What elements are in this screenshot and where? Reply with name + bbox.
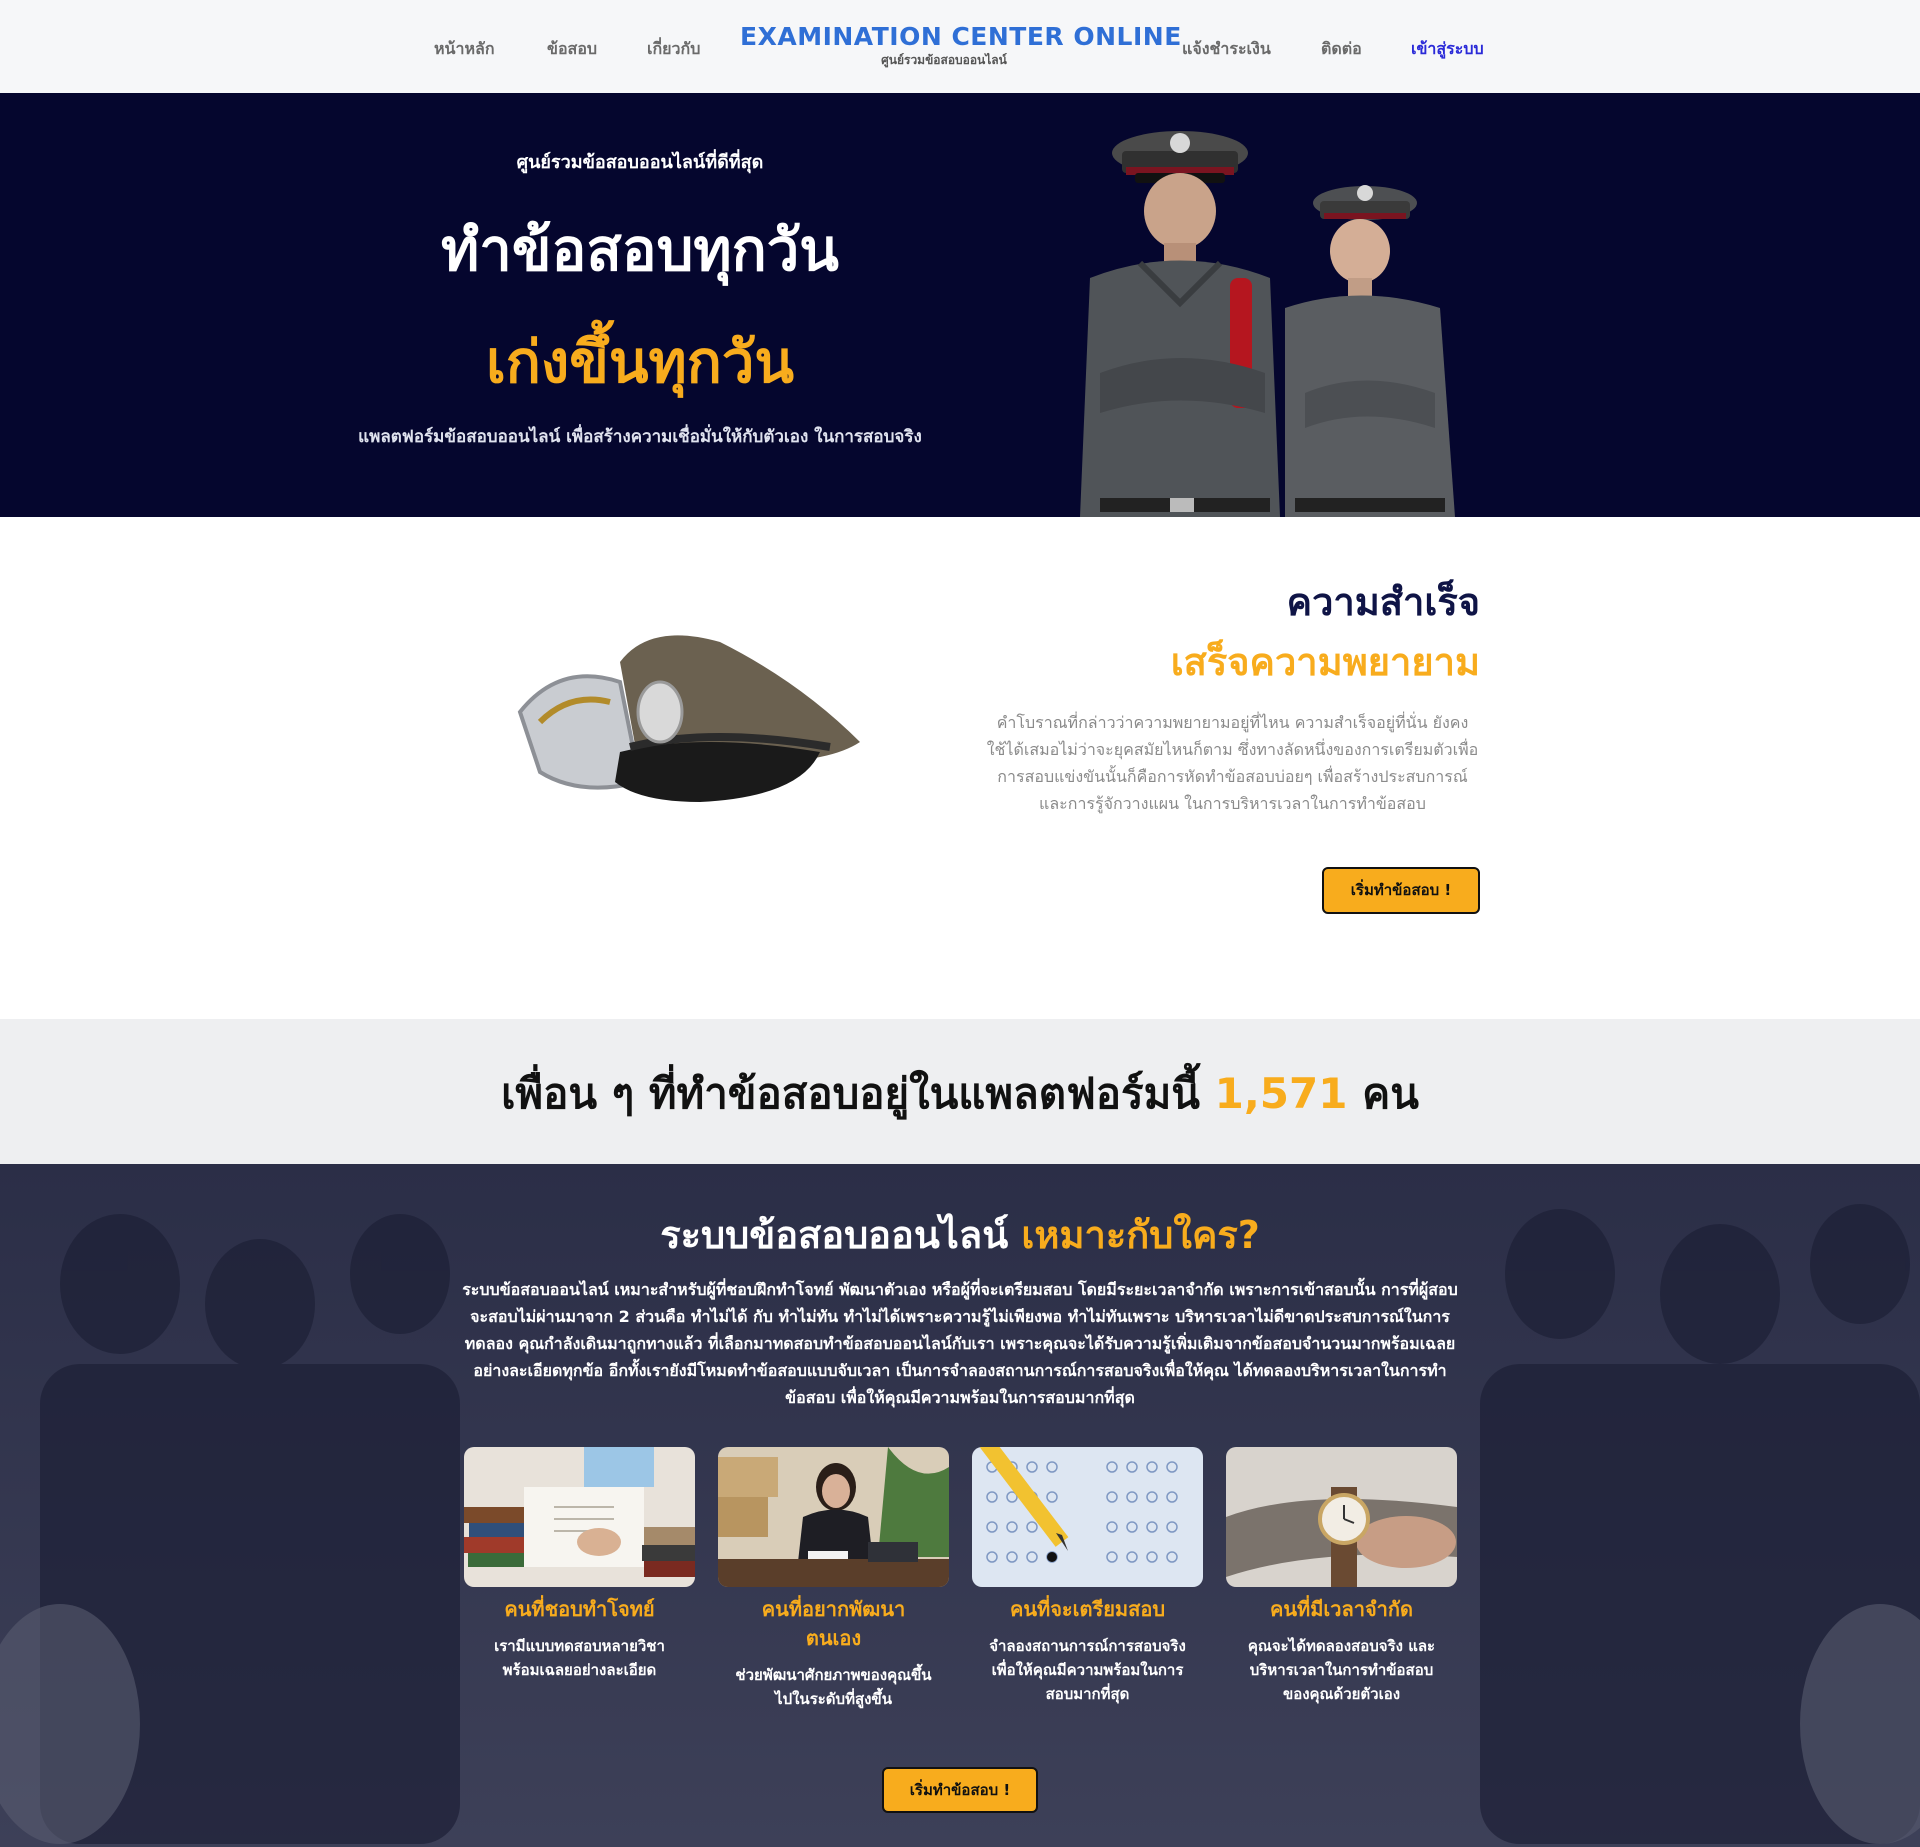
success-title: ความสำเร็จ [1286,580,1480,624]
audience-card-desc: เรามีแบบทดสอบหลายวิชา พร้อมเฉลยอย่างละเอ… [494,1637,665,1679]
hero-description: แพลตฟอร์มข้อสอบออนไลน์ เพื่อสร้างความเชื… [358,427,922,447]
study-books-image [464,1447,695,1587]
nav-about-link[interactable]: เกี่ยวกับ [647,37,700,62]
audience-card-desc: จำลองสถานการณ์การสอบจริง เพื่อให้คุณมีคว… [989,1637,1186,1703]
audience-title-main: ระบบข้อสอบออนไลน์ [660,1213,1022,1257]
nav-login-link[interactable]: เข้าสู่ระบบ [1411,37,1484,62]
answer-sheet-image [972,1447,1203,1587]
success-section: ความสำเร็จ เสร็จความพยายาม คำโบราณที่กล่… [0,517,1920,1019]
police-cap-image [517,635,860,802]
success-body: คำโบราณที่กล่าวว่าความพยายามอยู่ที่ไหน ค… [986,713,1479,813]
hero-kicker: ศูนย์รวมข้อสอบออนไลน์ที่ดีที่สุด [516,152,764,173]
brand-title: EXAMINATION CENTER ONLINE [740,22,1182,51]
nav-exams-link[interactable]: ข้อสอบ [547,37,597,62]
audience-description: ระบบข้อสอบออนไลน์ เหมาะสำหรับผู้ที่ชอบฝึ… [462,1280,1458,1407]
audience-card-exam-prep: คนที่จะเตรียมสอบ จำลองสถานการณ์การสอบจริ… [972,1447,1203,1706]
hero-headline-accent: เก่งขึ้นทุกวัน [485,328,795,396]
user-counter-section: เพื่อน ๆ ที่ทำข้อสอบอยู่ในแพลตฟอร์มนี้ 1… [0,1019,1920,1164]
audience-card-limited-time: คนที่มีเวลาจำกัด คุณจะได้ทดลองสอบจริง แล… [1226,1447,1457,1706]
brand-logo[interactable]: EXAMINATION CENTER ONLINE ศูนย์รวมข้อสอบ… [740,22,1182,70]
counter-suffix: คน [1347,1069,1419,1118]
audience-card-self-improve: คนที่อยากพัฒนาตนเอง ช่วยพัฒนาศักยภาพของค… [718,1447,949,1711]
hero-banner: ศูนย์รวมข้อสอบออนไลน์ที่ดีที่สุด ทำข้อสอ… [0,93,1920,517]
user-count: 1,571 [1214,1069,1348,1118]
start-exam-button-bottom[interactable]: เริ่มทำข้อสอบ ! [882,1767,1038,1813]
success-subtitle: เสร็จความพยายาม [1170,640,1480,684]
nav-payment-link[interactable]: แจ้งชำระเงิน [1182,37,1271,62]
audience-card-title: คนที่ชอบทำโจทย์ [504,1597,655,1621]
audience-title: ระบบข้อสอบออนไลน์ เหมาะกับใคร? [0,1204,1920,1265]
police-officers-image [1080,131,1455,517]
audience-card-desc: คุณจะได้ทดลองสอบจริง และบริหารเวลาในการท… [1247,1637,1436,1703]
wristwatch-image [1226,1447,1457,1587]
woman-studying-image [718,1447,949,1587]
audience-card-practice: คนที่ชอบทำโจทย์ เรามีแบบทดสอบหลายวิชา พร… [464,1447,695,1682]
audience-card-desc: ช่วยพัฒนาศักยภาพของคุณขึ้นไปในระดับที่สู… [735,1666,932,1708]
user-counter-text: เพื่อน ๆ ที่ทำข้อสอบอยู่ในแพลตฟอร์มนี้ 1… [0,1061,1920,1127]
top-navbar: หน้าหลัก ข้อสอบ เกี่ยวกับ EXAMINATION CE… [0,0,1920,93]
start-exam-button[interactable]: เริ่มทำข้อสอบ ! [1322,867,1480,914]
brand-subtitle: ศูนย์รวมข้อสอบออนไลน์ [881,53,1007,67]
audience-card-title: คนที่มีเวลาจำกัด [1269,1597,1414,1621]
nav-contact-link[interactable]: ติดต่อ [1321,37,1362,62]
audience-title-accent: เหมาะกับใคร? [1021,1213,1260,1257]
audience-card-title: คนที่จะเตรียมสอบ [1009,1597,1166,1621]
counter-prefix: เพื่อน ๆ ที่ทำข้อสอบอยู่ในแพลตฟอร์มนี้ [501,1069,1215,1118]
students-background-image [0,1164,1920,1847]
nav-home-link[interactable]: หน้าหลัก [434,37,495,62]
audience-card-title: คนที่อยากพัฒนาตนเอง [761,1597,906,1650]
hero-headline: ทำข้อสอบทุกวัน [441,216,839,284]
target-audience-section: ระบบข้อสอบออนไลน์ เหมาะกับใคร? ระบบข้อสอ… [0,1164,1920,1847]
